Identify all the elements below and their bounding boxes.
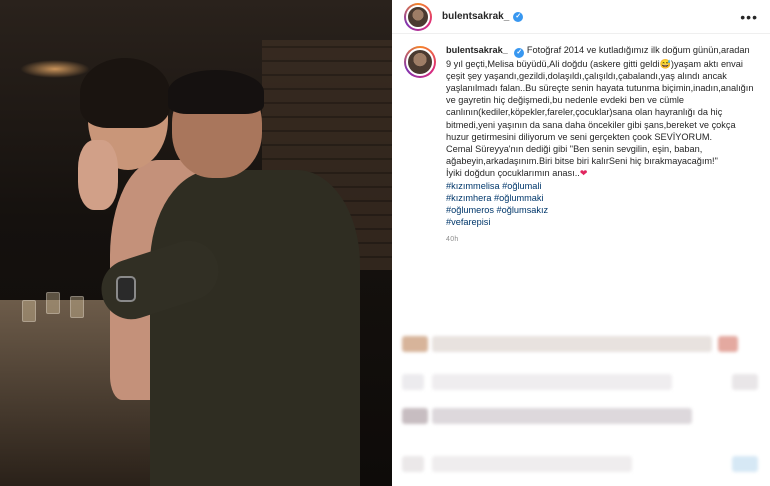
blurred-avatar bbox=[402, 456, 424, 472]
woman-hair bbox=[80, 58, 170, 128]
blurred-text bbox=[432, 336, 712, 352]
blurred-element bbox=[732, 456, 758, 472]
glass bbox=[46, 292, 60, 314]
hashtag-line[interactable]: #kızımhera #oğlummaki bbox=[446, 192, 756, 204]
post-photo[interactable] bbox=[0, 0, 392, 486]
comment-row bbox=[392, 374, 770, 398]
caption: bulentsakrak_ ✓ Fotoğraf 2014 ve kutladı… bbox=[392, 34, 770, 247]
heart-icon: ❤ bbox=[579, 168, 588, 179]
blurred-text bbox=[432, 374, 672, 390]
more-options-icon[interactable]: ••• bbox=[740, 9, 758, 25]
caption-paragraph-2: Cemal Süreyya'nın dediği gibi "Ben senin… bbox=[446, 143, 718, 167]
caption-paragraph-1: Fotoğraf 2014 ve kutladığımız ilk doğum … bbox=[446, 45, 754, 142]
comment-row bbox=[392, 456, 770, 480]
man-figure bbox=[150, 170, 360, 486]
lamp-glow bbox=[20, 60, 90, 78]
clasped-hands bbox=[78, 140, 118, 210]
blurred-text bbox=[432, 456, 632, 472]
post-header: bulentsakrak_ ✓ ••• bbox=[392, 0, 770, 34]
caption-avatar-icon[interactable] bbox=[404, 46, 436, 78]
caption-text: bulentsakrak_ ✓ Fotoğraf 2014 ve kutladı… bbox=[446, 44, 756, 247]
blurred-element bbox=[732, 374, 758, 390]
man-hair bbox=[168, 70, 264, 114]
glass bbox=[22, 300, 36, 322]
blurred-avatar bbox=[402, 374, 424, 390]
glass bbox=[70, 296, 84, 318]
caption-paragraph-3: İyiki doğdun çocuklarımın anası.. bbox=[446, 168, 580, 179]
blurred-avatar bbox=[402, 408, 428, 424]
post-sidebar: bulentsakrak_ ✓ ••• bulentsakrak_ ✓ Foto… bbox=[392, 0, 770, 486]
verified-badge-icon: ✓ bbox=[514, 47, 525, 58]
hashtag-line[interactable]: #vefarepisi bbox=[446, 216, 756, 228]
header-username[interactable]: bulentsakrak_ bbox=[442, 11, 509, 22]
hashtag-line[interactable]: #kızımmelisa #oğlumali bbox=[446, 180, 756, 192]
blurred-avatar bbox=[402, 336, 428, 352]
comment-row bbox=[392, 336, 770, 360]
caption-username[interactable]: bulentsakrak_ bbox=[446, 45, 508, 55]
wristwatch bbox=[116, 276, 136, 302]
hashtag-line[interactable]: #oğlumeros #oğlumsakız bbox=[446, 204, 756, 216]
profile-avatar-icon[interactable] bbox=[404, 2, 432, 31]
blurred-element bbox=[718, 336, 738, 352]
post-time: 40h bbox=[446, 236, 459, 244]
verified-badge-icon: ✓ bbox=[513, 11, 524, 22]
comment-row bbox=[392, 408, 770, 432]
blurred-text bbox=[432, 408, 692, 424]
